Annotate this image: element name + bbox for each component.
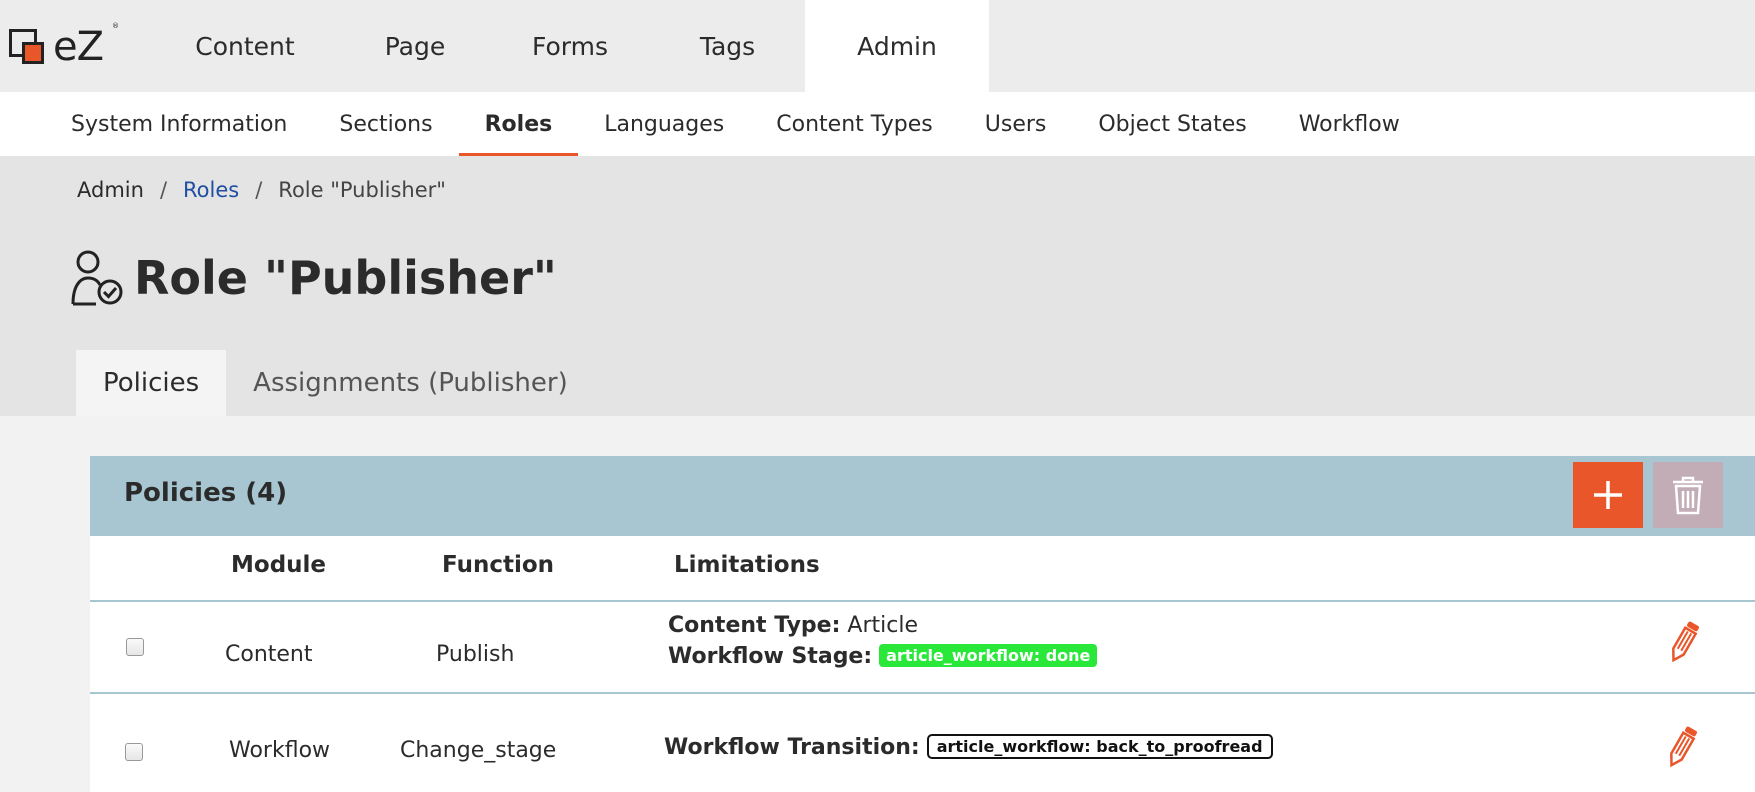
policy-function: Publish [436, 642, 515, 667]
user-role-icon [71, 250, 123, 306]
sub-nav-languages[interactable]: Languages [578, 92, 750, 156]
row-divider [90, 600, 1755, 602]
policies-panel: Policies (4) Module Function Limitations… [90, 456, 1755, 792]
row-checkbox[interactable] [126, 638, 144, 656]
breadcrumb-separator: / [159, 178, 168, 202]
sub-nav-sections[interactable]: Sections [313, 92, 458, 156]
edit-pencil-icon[interactable] [1662, 724, 1702, 770]
row-checkbox[interactable] [125, 743, 143, 761]
limitation-content-type: Content Type: Article [668, 613, 918, 638]
breadcrumb-roles-link[interactable]: Roles [183, 178, 239, 202]
main-menu: Content Page Forms Tags Admin [150, 0, 989, 92]
logo-square-orange [22, 42, 44, 64]
column-header-module[interactable]: Module [231, 552, 326, 578]
column-header-limitations: Limitations [674, 552, 820, 578]
sub-nav-content-types[interactable]: Content Types [750, 92, 958, 156]
edit-pencil-icon[interactable] [1664, 619, 1704, 665]
top-nav-admin[interactable]: Admin [805, 0, 989, 92]
workflow-transition-badge: article_workflow: back_to_proofread [926, 734, 1273, 759]
limitation-label: Content Type: [668, 613, 841, 638]
top-navigation-bar: eZ ® Content Page Forms Tags Admin [0, 0, 1755, 92]
column-header-function[interactable]: Function [442, 552, 554, 578]
limitation-label: Workflow Stage: [668, 644, 873, 669]
logo-text: eZ [53, 24, 104, 70]
breadcrumb-separator: / [255, 178, 263, 202]
top-nav-page[interactable]: Page [340, 0, 490, 92]
policy-module: Content [225, 642, 313, 667]
delete-policies-button[interactable] [1653, 462, 1723, 528]
trash-icon [1673, 476, 1703, 515]
workflow-stage-badge: article_workflow: done [879, 644, 1098, 667]
row-divider [90, 692, 1755, 694]
breadcrumb-admin: Admin [77, 178, 144, 202]
limitation-workflow-stage: Workflow Stage: article_workflow: done [668, 644, 1098, 669]
page-header: Admin / Roles / Role "Publisher" Role "P… [0, 156, 1755, 416]
top-nav-forms[interactable]: Forms [490, 0, 650, 92]
admin-sub-navigation: System Information Sections Roles Langua… [0, 92, 1755, 156]
limitation-label: Workflow Transition: [664, 735, 920, 760]
page-title: Role "Publisher" [134, 251, 557, 305]
sub-nav-workflow[interactable]: Workflow [1273, 92, 1426, 156]
tab-policies[interactable]: Policies [76, 350, 227, 416]
tab-assignments[interactable]: Assignments (Publisher) [226, 350, 595, 416]
ez-logo[interactable]: eZ ® [6, 22, 126, 70]
policy-module: Workflow [229, 738, 331, 763]
breadcrumb: Admin / Roles / Role "Publisher" [77, 178, 446, 202]
policies-panel-header: Policies (4) [90, 456, 1755, 536]
limitation-value: Article [847, 613, 918, 638]
role-tabs: Policies Assignments (Publisher) [76, 350, 595, 416]
policy-function: Change_stage [400, 738, 557, 763]
plus-icon [1594, 481, 1622, 509]
logo-registered-mark: ® [112, 22, 119, 30]
sub-nav-system-information[interactable]: System Information [45, 92, 313, 156]
breadcrumb-current: Role "Publisher" [278, 178, 446, 202]
policies-title: Policies (4) [124, 478, 288, 508]
sub-nav-object-states[interactable]: Object States [1072, 92, 1272, 156]
top-nav-tags[interactable]: Tags [650, 0, 805, 92]
top-nav-content[interactable]: Content [150, 0, 340, 92]
sub-nav-roles[interactable]: Roles [458, 92, 579, 156]
add-policy-button[interactable] [1573, 462, 1643, 528]
limitation-workflow-transition: Workflow Transition: article_workflow: b… [664, 734, 1273, 760]
title-row: Role "Publisher" [70, 248, 557, 308]
sub-nav-users[interactable]: Users [959, 92, 1073, 156]
